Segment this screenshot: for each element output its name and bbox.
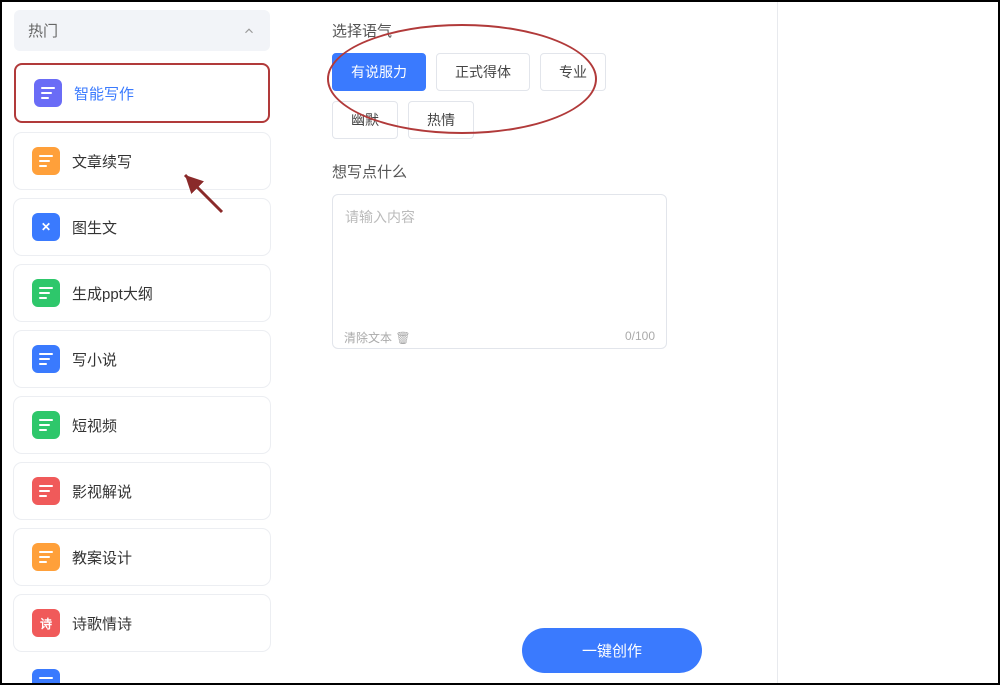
- sidebar-item-label: 影视解说: [72, 481, 132, 502]
- sidebar-header-label: 热门: [28, 20, 58, 41]
- sidebar-section-header[interactable]: 热门: [14, 10, 270, 51]
- chevron-up-icon: [242, 24, 256, 38]
- sidebar-item-poetry[interactable]: 诗 诗歌情诗: [14, 595, 270, 651]
- sidebar-item-smart-writing[interactable]: 智能写作: [14, 63, 270, 123]
- image-icon: ✕: [32, 213, 60, 241]
- doc-icon: [32, 345, 60, 373]
- sidebar-item-label: 图生文: [72, 217, 117, 238]
- sidebar-item-lesson-plan[interactable]: 教案设计: [14, 529, 270, 585]
- sidebar-item-label: 诗歌情诗: [72, 613, 132, 634]
- sidebar-item-label: 写小说: [72, 349, 117, 370]
- sidebar-item-more[interactable]: [14, 661, 270, 683]
- doc-icon: [32, 543, 60, 571]
- sidebar-item-short-video[interactable]: 短视频: [14, 397, 270, 453]
- content-input[interactable]: [332, 194, 667, 349]
- sidebar-item-write-novel[interactable]: 写小说: [14, 331, 270, 387]
- sidebar-item-label: 教案设计: [72, 547, 132, 568]
- doc-icon: [32, 477, 60, 505]
- content-input-wrap: 清除文本 🗑 0/100: [332, 194, 667, 354]
- tone-persuasive[interactable]: 有说服力: [332, 53, 426, 91]
- sidebar-item-label: 文章续写: [72, 151, 132, 172]
- sidebar-item-label: 短视频: [72, 415, 117, 436]
- doc-icon: [32, 669, 60, 683]
- doc-icon: [32, 147, 60, 175]
- write-section-title: 想写点什么: [332, 161, 988, 182]
- create-button[interactable]: 一键创作: [522, 628, 702, 673]
- tone-enthusiastic[interactable]: 热情: [408, 101, 474, 139]
- main-panel: 选择语气 有说服力 正式得体 专业 幽默 热情 想写点什么 清除文本 🗑 0/1…: [282, 2, 998, 683]
- doc-icon: [32, 279, 60, 307]
- tone-formal[interactable]: 正式得体: [436, 53, 530, 91]
- tone-humorous[interactable]: 幽默: [332, 101, 398, 139]
- clear-text-button[interactable]: 清除文本 🗑: [344, 329, 411, 346]
- tone-options: 有说服力 正式得体 专业 幽默 热情: [332, 53, 672, 139]
- divider: [777, 2, 778, 683]
- calendar-icon: 诗: [32, 609, 60, 637]
- sidebar-item-movie-commentary[interactable]: 影视解说: [14, 463, 270, 519]
- tone-section-title: 选择语气: [332, 20, 988, 41]
- sidebar-item-ppt-outline[interactable]: 生成ppt大纲: [14, 265, 270, 321]
- doc-icon: [32, 411, 60, 439]
- sidebar: 热门 智能写作 文章续写 ✕ 图生文 生成ppt大纲: [2, 2, 282, 683]
- doc-edit-icon: [34, 79, 62, 107]
- sidebar-item-label: 生成ppt大纲: [72, 283, 153, 304]
- sidebar-item-label: 智能写作: [74, 83, 134, 104]
- tone-professional[interactable]: 专业: [540, 53, 606, 91]
- sidebar-item-continue-writing[interactable]: 文章续写: [14, 133, 270, 189]
- sidebar-item-image-to-text[interactable]: ✕ 图生文: [14, 199, 270, 255]
